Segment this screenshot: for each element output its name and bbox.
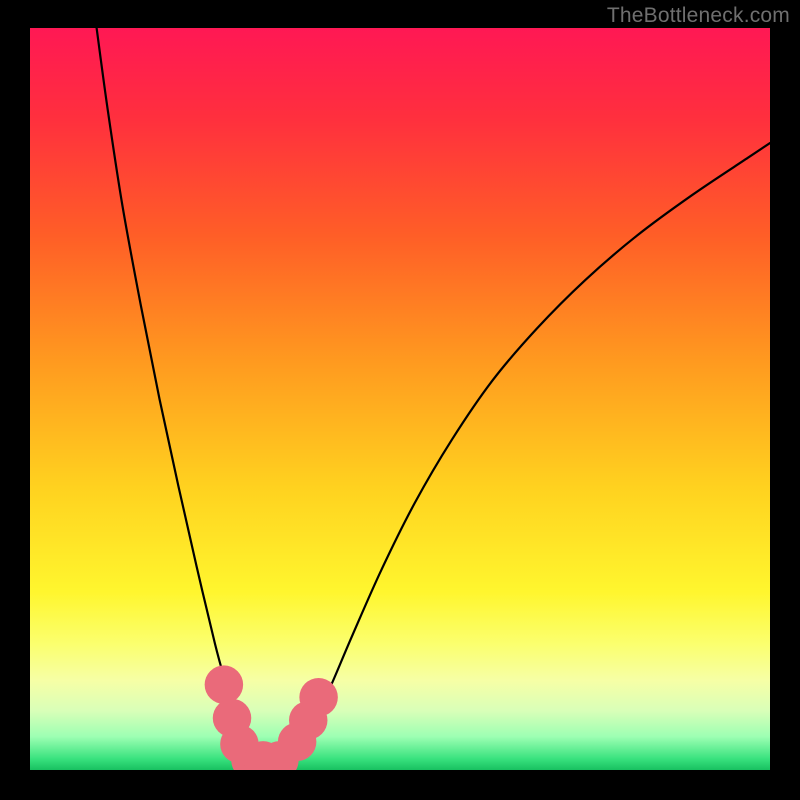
marker-dot bbox=[205, 665, 243, 703]
chart-frame: TheBottleneck.com bbox=[0, 0, 800, 800]
marker-dot bbox=[299, 678, 337, 716]
plot-area bbox=[30, 28, 770, 770]
watermark-label: TheBottleneck.com bbox=[607, 4, 790, 28]
gradient-background bbox=[30, 28, 770, 770]
chart-svg bbox=[30, 28, 770, 770]
